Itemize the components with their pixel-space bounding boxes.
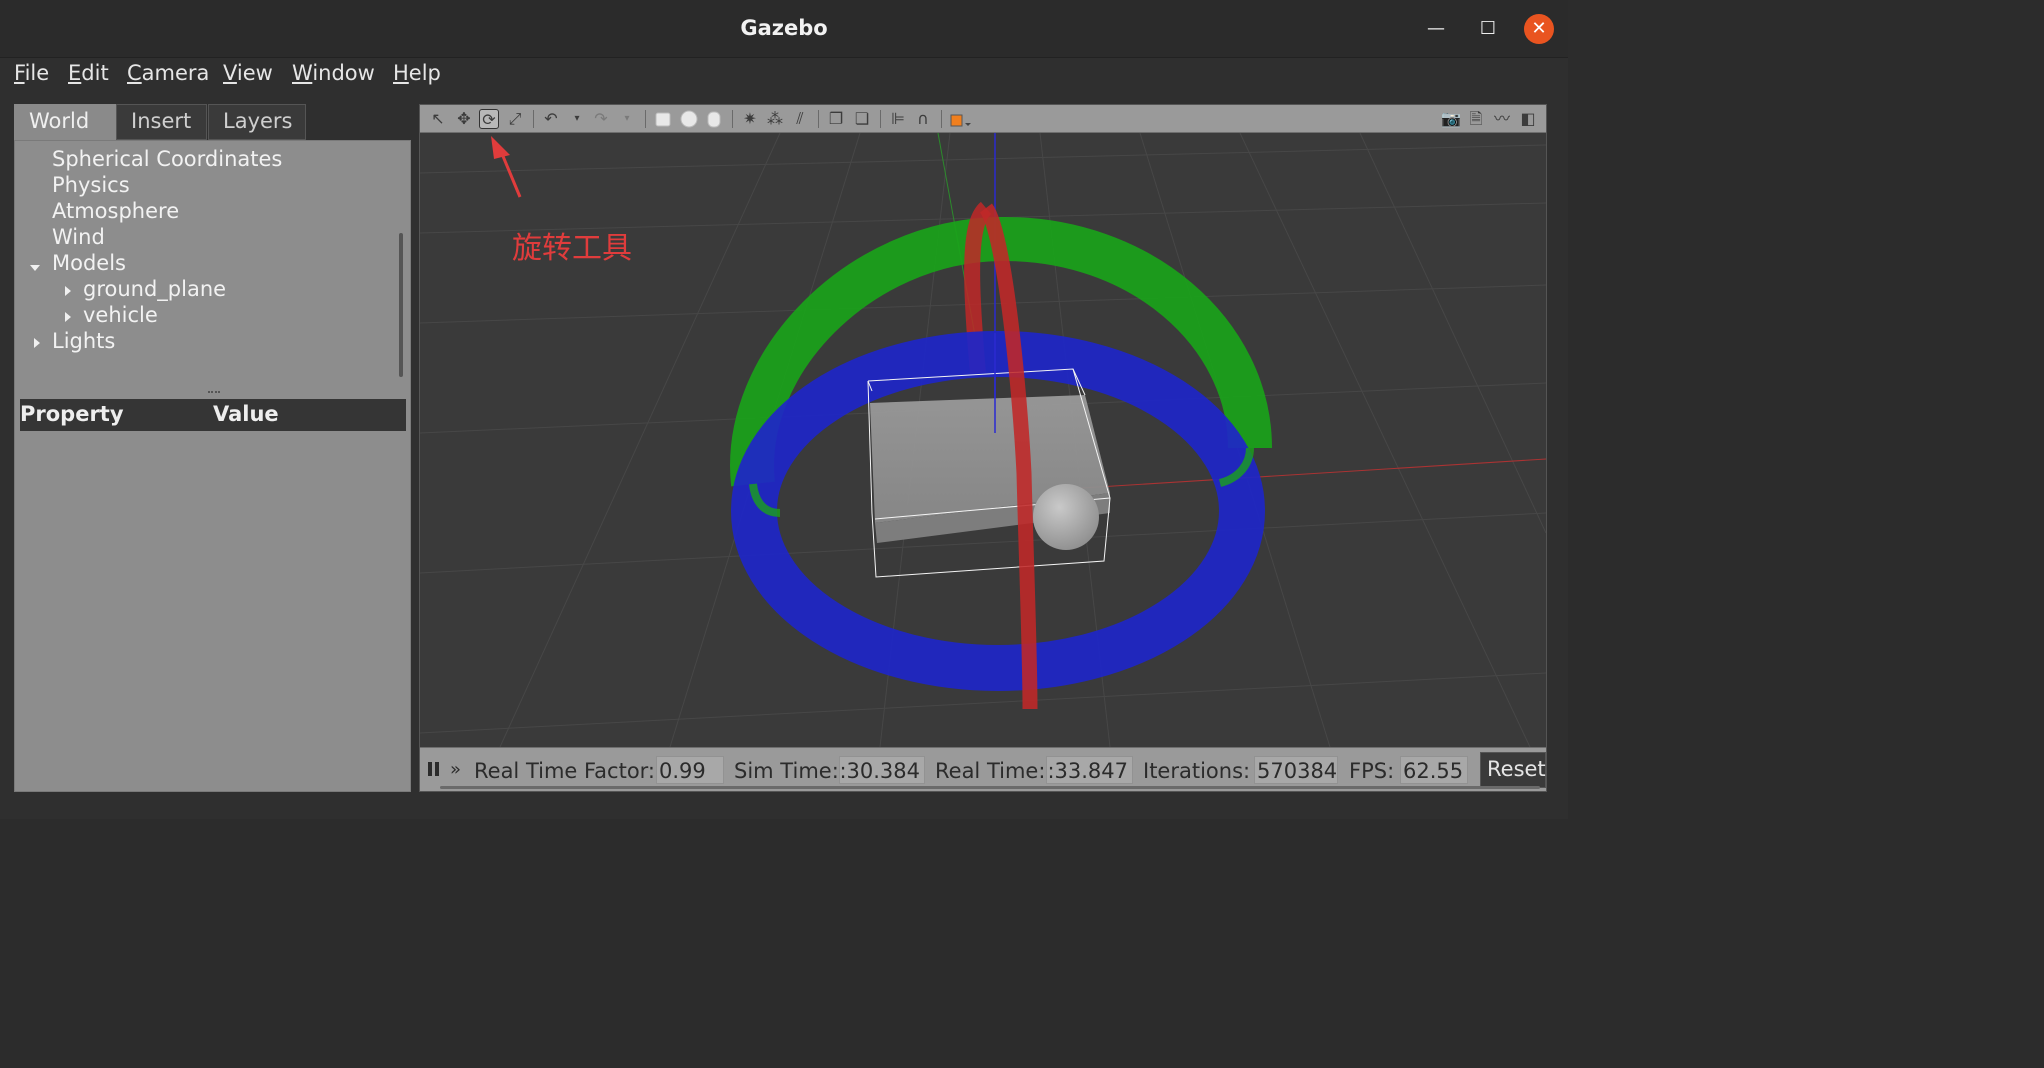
menu-camera[interactable]: Camera [127, 61, 209, 85]
title-bar[interactable]: Gazebo — ☐ ✕ [0, 0, 1568, 58]
menu-edit[interactable]: Edit [68, 61, 109, 85]
pause-button[interactable] [428, 762, 440, 776]
plot-icon[interactable]: 〰 [1492, 109, 1512, 129]
view-angle-icon[interactable] [949, 109, 971, 129]
redo-icon[interactable]: ↷ [591, 109, 611, 129]
spot-light-icon[interactable]: ⁂ [765, 109, 785, 129]
rotate-icon[interactable]: ⟳ [479, 109, 499, 129]
tree-item-wind[interactable]: Wind [52, 225, 105, 249]
tree-item-ground-plane[interactable]: ground_plane [83, 277, 226, 301]
box-icon[interactable] [653, 109, 673, 129]
tab-layers[interactable]: Layers [208, 104, 306, 140]
fps-value: 62.55 [1400, 756, 1468, 784]
menu-window[interactable]: Window [292, 61, 375, 85]
tree-item-spherical-coordinates[interactable]: Spherical Coordinates [52, 147, 282, 171]
real-time-factor-value: 0.99 [656, 756, 724, 784]
menu-view[interactable]: View [223, 61, 273, 85]
scale-icon[interactable]: ⤢ [505, 109, 525, 129]
iterations-label: Iterations: [1143, 759, 1251, 783]
fps-label: FPS: [1349, 759, 1395, 783]
copy-icon[interactable]: ❐ [826, 109, 846, 129]
point-light-icon[interactable]: ✷ [740, 109, 760, 129]
property-table-header: Property Value [20, 399, 406, 431]
window-title: Gazebo [740, 16, 828, 40]
real-time-factor-label: Real Time Factor: [474, 759, 656, 783]
directional-light-icon[interactable]: ⫽ [790, 109, 810, 129]
iterations-value: 570384 [1254, 756, 1338, 784]
screenshot-icon[interactable]: 📷 [1441, 109, 1461, 129]
ground-plane-expand-icon[interactable] [65, 286, 71, 296]
translate-icon[interactable]: ✥ [454, 109, 474, 129]
status-bar: » Real Time Factor: 0.99 Sim Time: 9:30.… [420, 747, 1546, 791]
undo-history-icon[interactable]: ▾ [567, 109, 587, 129]
real-time-value: 9:33.847 [1046, 756, 1133, 784]
undo-icon[interactable]: ↶ [541, 109, 561, 129]
tree-item-models[interactable]: Models [52, 251, 126, 275]
vehicle-wheel[interactable] [1033, 484, 1099, 550]
snap-icon[interactable]: ∩ [913, 109, 933, 129]
vehicle-expand-icon[interactable] [65, 312, 71, 322]
tab-world[interactable]: World [14, 104, 116, 140]
log-icon[interactable]: 🗎 [1466, 109, 1486, 129]
gazebo-window: Gazebo — ☐ ✕ File Edit Camera View Windo… [0, 0, 1568, 819]
scene-toolbar: ↖ ✥ ⟳ ⤢ ↶ ▾ ↷ ▾ ✷ ⁂ ⫽ ❐ ❏ ⊫ ∩ 📷 🗎 〰 ◧ [420, 105, 1546, 133]
world-tree: Spherical Coordinates Physics Atmosphere… [14, 140, 411, 792]
sim-time-label: Sim Time: [734, 759, 839, 783]
menu-help[interactable]: Help [393, 61, 441, 85]
minimize-button[interactable]: — [1421, 14, 1451, 44]
maximize-button[interactable]: ☐ [1473, 14, 1503, 44]
redo-history-icon[interactable]: ▾ [617, 109, 637, 129]
tree-item-atmosphere[interactable]: Atmosphere [52, 199, 179, 223]
tree-item-physics[interactable]: Physics [52, 173, 130, 197]
reset-button[interactable]: Reset [1480, 752, 1546, 788]
cylinder-icon[interactable] [704, 109, 724, 129]
video-record-icon[interactable]: ◧ [1518, 109, 1538, 129]
select-icon[interactable]: ↖ [428, 109, 448, 129]
paste-icon[interactable]: ❏ [852, 109, 872, 129]
menu-file[interactable]: File [14, 61, 49, 85]
close-button[interactable]: ✕ [1524, 14, 1554, 44]
tree-item-vehicle[interactable]: vehicle [83, 303, 158, 327]
tab-insert[interactable]: Insert [116, 104, 207, 140]
tree-scrollbar[interactable] [399, 233, 403, 377]
menu-bar: File Edit Camera View Window Help [0, 58, 1568, 94]
value-column-header: Value [213, 402, 279, 426]
models-expand-icon[interactable] [30, 265, 40, 271]
left-panel: World Insert Layers Spherical Coordinate… [14, 104, 411, 792]
real-time-label: Real Time: [935, 759, 1046, 783]
panel-splitter-handle[interactable] [208, 391, 220, 393]
step-button[interactable]: » [450, 759, 461, 780]
sim-time-value: 9:30.384 [839, 756, 925, 784]
status-scrollbar[interactable] [440, 786, 1540, 789]
sphere-icon[interactable] [679, 109, 699, 129]
align-icon[interactable]: ⊫ [888, 109, 908, 129]
property-column-header: Property [20, 402, 124, 426]
tree-item-lights[interactable]: Lights [52, 329, 115, 353]
rotate-tool-annotation: 旋转工具 [512, 231, 632, 266]
lights-expand-icon[interactable] [34, 338, 40, 348]
3d-viewport[interactable]: ↖ ✥ ⟳ ⤢ ↶ ▾ ↷ ▾ ✷ ⁂ ⫽ ❐ ❏ ⊫ ∩ 📷 🗎 〰 ◧ 旋转… [419, 104, 1547, 792]
